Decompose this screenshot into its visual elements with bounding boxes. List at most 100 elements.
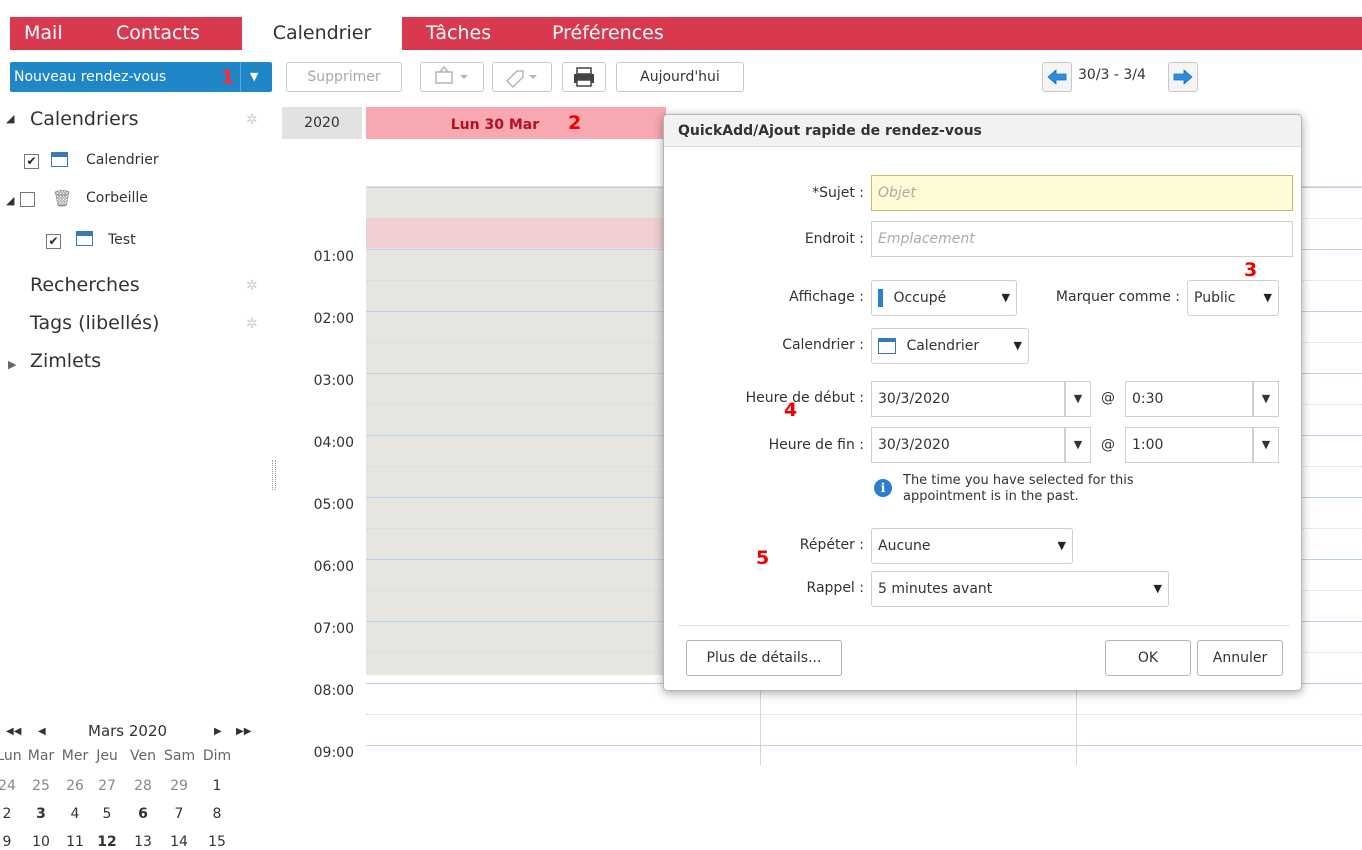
calendar-value: Calendrier xyxy=(906,338,980,354)
sidebar-item-trash[interactable]: Corbeille xyxy=(86,190,148,206)
next-week-button[interactable] xyxy=(1168,62,1198,92)
tag-icon xyxy=(505,70,537,89)
gear-icon[interactable]: ✲ xyxy=(246,112,258,128)
more-details-button[interactable]: Plus de détails... xyxy=(686,640,842,676)
checkbox-trash[interactable] xyxy=(20,192,35,207)
sidebar-item-test[interactable]: Test xyxy=(108,232,136,248)
expand-triangle-icon[interactable]: ▶ xyxy=(8,358,16,371)
ok-button[interactable]: OK xyxy=(1105,640,1191,676)
location-label: Endroit : xyxy=(804,231,864,247)
start-time-input[interactable]: 0:30 xyxy=(1125,381,1253,417)
today-button[interactable]: Aujourd'hui xyxy=(616,62,744,92)
display-select[interactable]: Occupé ▼ xyxy=(871,280,1017,316)
day-cell[interactable]: 12 xyxy=(92,834,122,850)
start-date-picker-button[interactable]: ▼ xyxy=(1065,381,1091,417)
collapse-triangle-icon-trash[interactable]: ◢ xyxy=(6,194,14,207)
tab-calendar[interactable]: Calendrier xyxy=(242,17,402,50)
end-time-dropdown-button[interactable]: ▼ xyxy=(1253,427,1279,463)
calendar-select[interactable]: Calendrier ▼ xyxy=(871,328,1029,364)
gear-icon-tags[interactable]: ✲ xyxy=(246,316,258,332)
zimlets-heading[interactable]: Zimlets xyxy=(30,350,101,372)
dialog-title[interactable]: QuickAdd/Ajout rapide de rendez-vous xyxy=(664,115,1301,147)
location-input[interactable]: Emplacement xyxy=(871,221,1293,257)
new-appointment-button[interactable]: Nouveau rendez-vous 1 ▼ xyxy=(10,62,272,92)
busy-color-swatch xyxy=(878,289,883,307)
day-cell[interactable]: 27 xyxy=(92,778,122,794)
time-label: 09:00 xyxy=(313,745,354,761)
time-label: 06:00 xyxy=(313,559,354,575)
searches-heading[interactable]: Recherches xyxy=(30,274,140,296)
day-cell[interactable]: 24 xyxy=(0,778,22,794)
date-range-label: 30/3 - 3/4 xyxy=(1078,67,1146,83)
tags-heading[interactable]: Tags (libellés) xyxy=(30,312,159,334)
time-label: 07:00 xyxy=(313,621,354,637)
day-cell[interactable]: 29 xyxy=(164,778,194,794)
day-cell[interactable]: 9 xyxy=(0,834,22,850)
collapse-triangle-icon[interactable]: ◢ xyxy=(6,112,14,125)
weekday-wed: Mer xyxy=(61,748,89,764)
day-cell[interactable]: 10 xyxy=(26,834,56,850)
annotation-4: 4 xyxy=(784,399,798,421)
checkbox-calendar[interactable]: ✔ xyxy=(24,154,39,169)
day-cell[interactable]: 11 xyxy=(60,834,90,850)
app-nav-bar: Mail Contacts Calendrier Tâches Préféren… xyxy=(10,17,1362,50)
day-cell[interactable]: 3 xyxy=(26,806,56,822)
new-button-divider xyxy=(240,62,241,92)
checkbox-test[interactable]: ✔ xyxy=(46,234,61,249)
day-header-label: Lun 30 Mar xyxy=(450,117,540,133)
tab-contacts[interactable]: Contacts xyxy=(116,17,226,50)
day-cell[interactable]: 28 xyxy=(128,778,158,794)
start-date-input[interactable]: 30/3/2020 xyxy=(871,381,1065,417)
day-cell[interactable]: 14 xyxy=(164,834,194,850)
cancel-button[interactable]: Annuler xyxy=(1197,640,1283,676)
end-date-picker-button[interactable]: ▼ xyxy=(1065,427,1091,463)
sidebar-item-calendar[interactable]: Calendrier xyxy=(86,152,159,168)
display-label: Affichage : xyxy=(789,289,864,305)
reminder-select[interactable]: 5 minutes avant ▼ xyxy=(871,571,1169,607)
day-header-monday[interactable]: Lun 30 Mar 2 xyxy=(366,107,666,139)
chevron-down-icon: ▼ xyxy=(1013,339,1022,352)
sidebar-resize-handle[interactable] xyxy=(272,460,276,490)
end-date-input[interactable]: 30/3/2020 xyxy=(871,427,1065,463)
day-cell[interactable]: 15 xyxy=(202,834,232,850)
subject-input[interactable]: Objet xyxy=(871,175,1293,211)
previous-week-button[interactable] xyxy=(1042,62,1072,92)
day-cell[interactable]: 8 xyxy=(202,806,232,822)
day-cell[interactable]: 6 xyxy=(128,806,158,822)
day-cell[interactable]: 13 xyxy=(128,834,158,850)
start-time-dropdown-button[interactable]: ▼ xyxy=(1253,381,1279,417)
hour-line xyxy=(366,745,1362,746)
mark-as-select[interactable]: Public ▼ xyxy=(1187,280,1279,316)
gear-icon-searches[interactable]: ✲ xyxy=(246,278,258,294)
prev-month-icon[interactable]: ◀ xyxy=(38,726,46,737)
new-appointment-label: Nouveau rendez-vous xyxy=(14,69,167,85)
delete-button[interactable]: Supprimer xyxy=(286,62,402,92)
day-cell[interactable]: 1 xyxy=(202,778,232,794)
tag-move-icon xyxy=(435,65,468,84)
year-cell: 2020 xyxy=(282,107,362,139)
next-year-icon[interactable]: ▶▶ xyxy=(236,726,251,737)
location-placeholder: Emplacement xyxy=(878,231,975,247)
past-time-warning-line1: The time you have selected for this xyxy=(903,473,1134,488)
day-cell[interactable]: 26 xyxy=(60,778,90,794)
subject-label: *Sujet : xyxy=(812,185,864,201)
tab-mail[interactable]: Mail xyxy=(24,17,84,50)
tag-dropdown[interactable] xyxy=(492,62,552,92)
next-month-icon[interactable]: ▶ xyxy=(214,726,222,737)
day-cell[interactable]: 2 xyxy=(0,806,22,822)
calendars-heading[interactable]: Calendriers xyxy=(30,108,138,130)
day-cell[interactable]: 25 xyxy=(26,778,56,794)
end-time-input[interactable]: 1:00 xyxy=(1125,427,1253,463)
quick-add-dialog: QuickAdd/Ajout rapide de rendez-vous *Su… xyxy=(663,114,1302,691)
day-cell[interactable]: 5 xyxy=(92,806,122,822)
print-button[interactable] xyxy=(562,62,606,92)
tab-preferences[interactable]: Préférences xyxy=(552,17,702,50)
chevron-down-icon[interactable]: ▼ xyxy=(250,62,258,92)
day-cell[interactable]: 7 xyxy=(164,806,194,822)
tab-tasks[interactable]: Tâches xyxy=(426,17,516,50)
prev-year-icon[interactable]: ◀◀ xyxy=(6,726,21,737)
day-cell[interactable]: 4 xyxy=(60,806,90,822)
repeat-select[interactable]: Aucune ▼ xyxy=(871,528,1073,564)
print-dropdown-disabled[interactable] xyxy=(420,62,484,92)
sidebar: ◢ Calendriers ✲ ✔ Calendrier ◢ 🗑 Corbeil… xyxy=(0,100,275,850)
